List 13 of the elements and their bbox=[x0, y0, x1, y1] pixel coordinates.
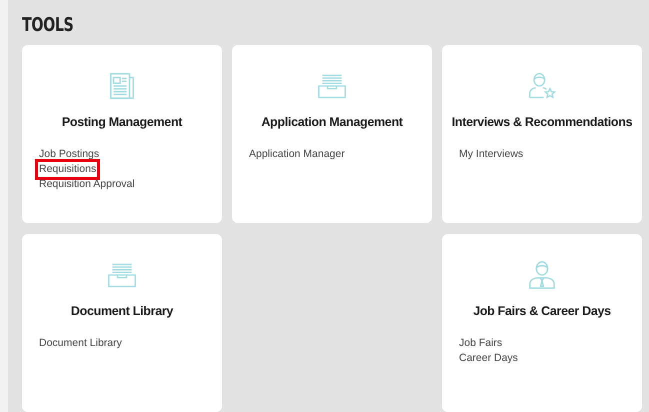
person-icon bbox=[527, 260, 557, 290]
section-title: TOOLS bbox=[22, 14, 74, 36]
card-title: Application Management bbox=[261, 115, 403, 129]
tool-link[interactable]: Document Library bbox=[35, 333, 126, 354]
card-title: Posting Management bbox=[62, 115, 182, 129]
card-title: Document Library bbox=[70, 304, 174, 318]
tool-link[interactable]: Requisitions bbox=[35, 159, 100, 180]
card-title: Job Fairs & Career Days bbox=[473, 304, 611, 318]
newspaper-icon bbox=[107, 71, 137, 101]
tool-link[interactable]: Application Manager bbox=[245, 144, 349, 165]
tool-link[interactable]: My Interviews bbox=[455, 144, 528, 165]
card-title: Interviews & Recommendations bbox=[452, 115, 632, 129]
person-star-icon bbox=[527, 71, 557, 101]
